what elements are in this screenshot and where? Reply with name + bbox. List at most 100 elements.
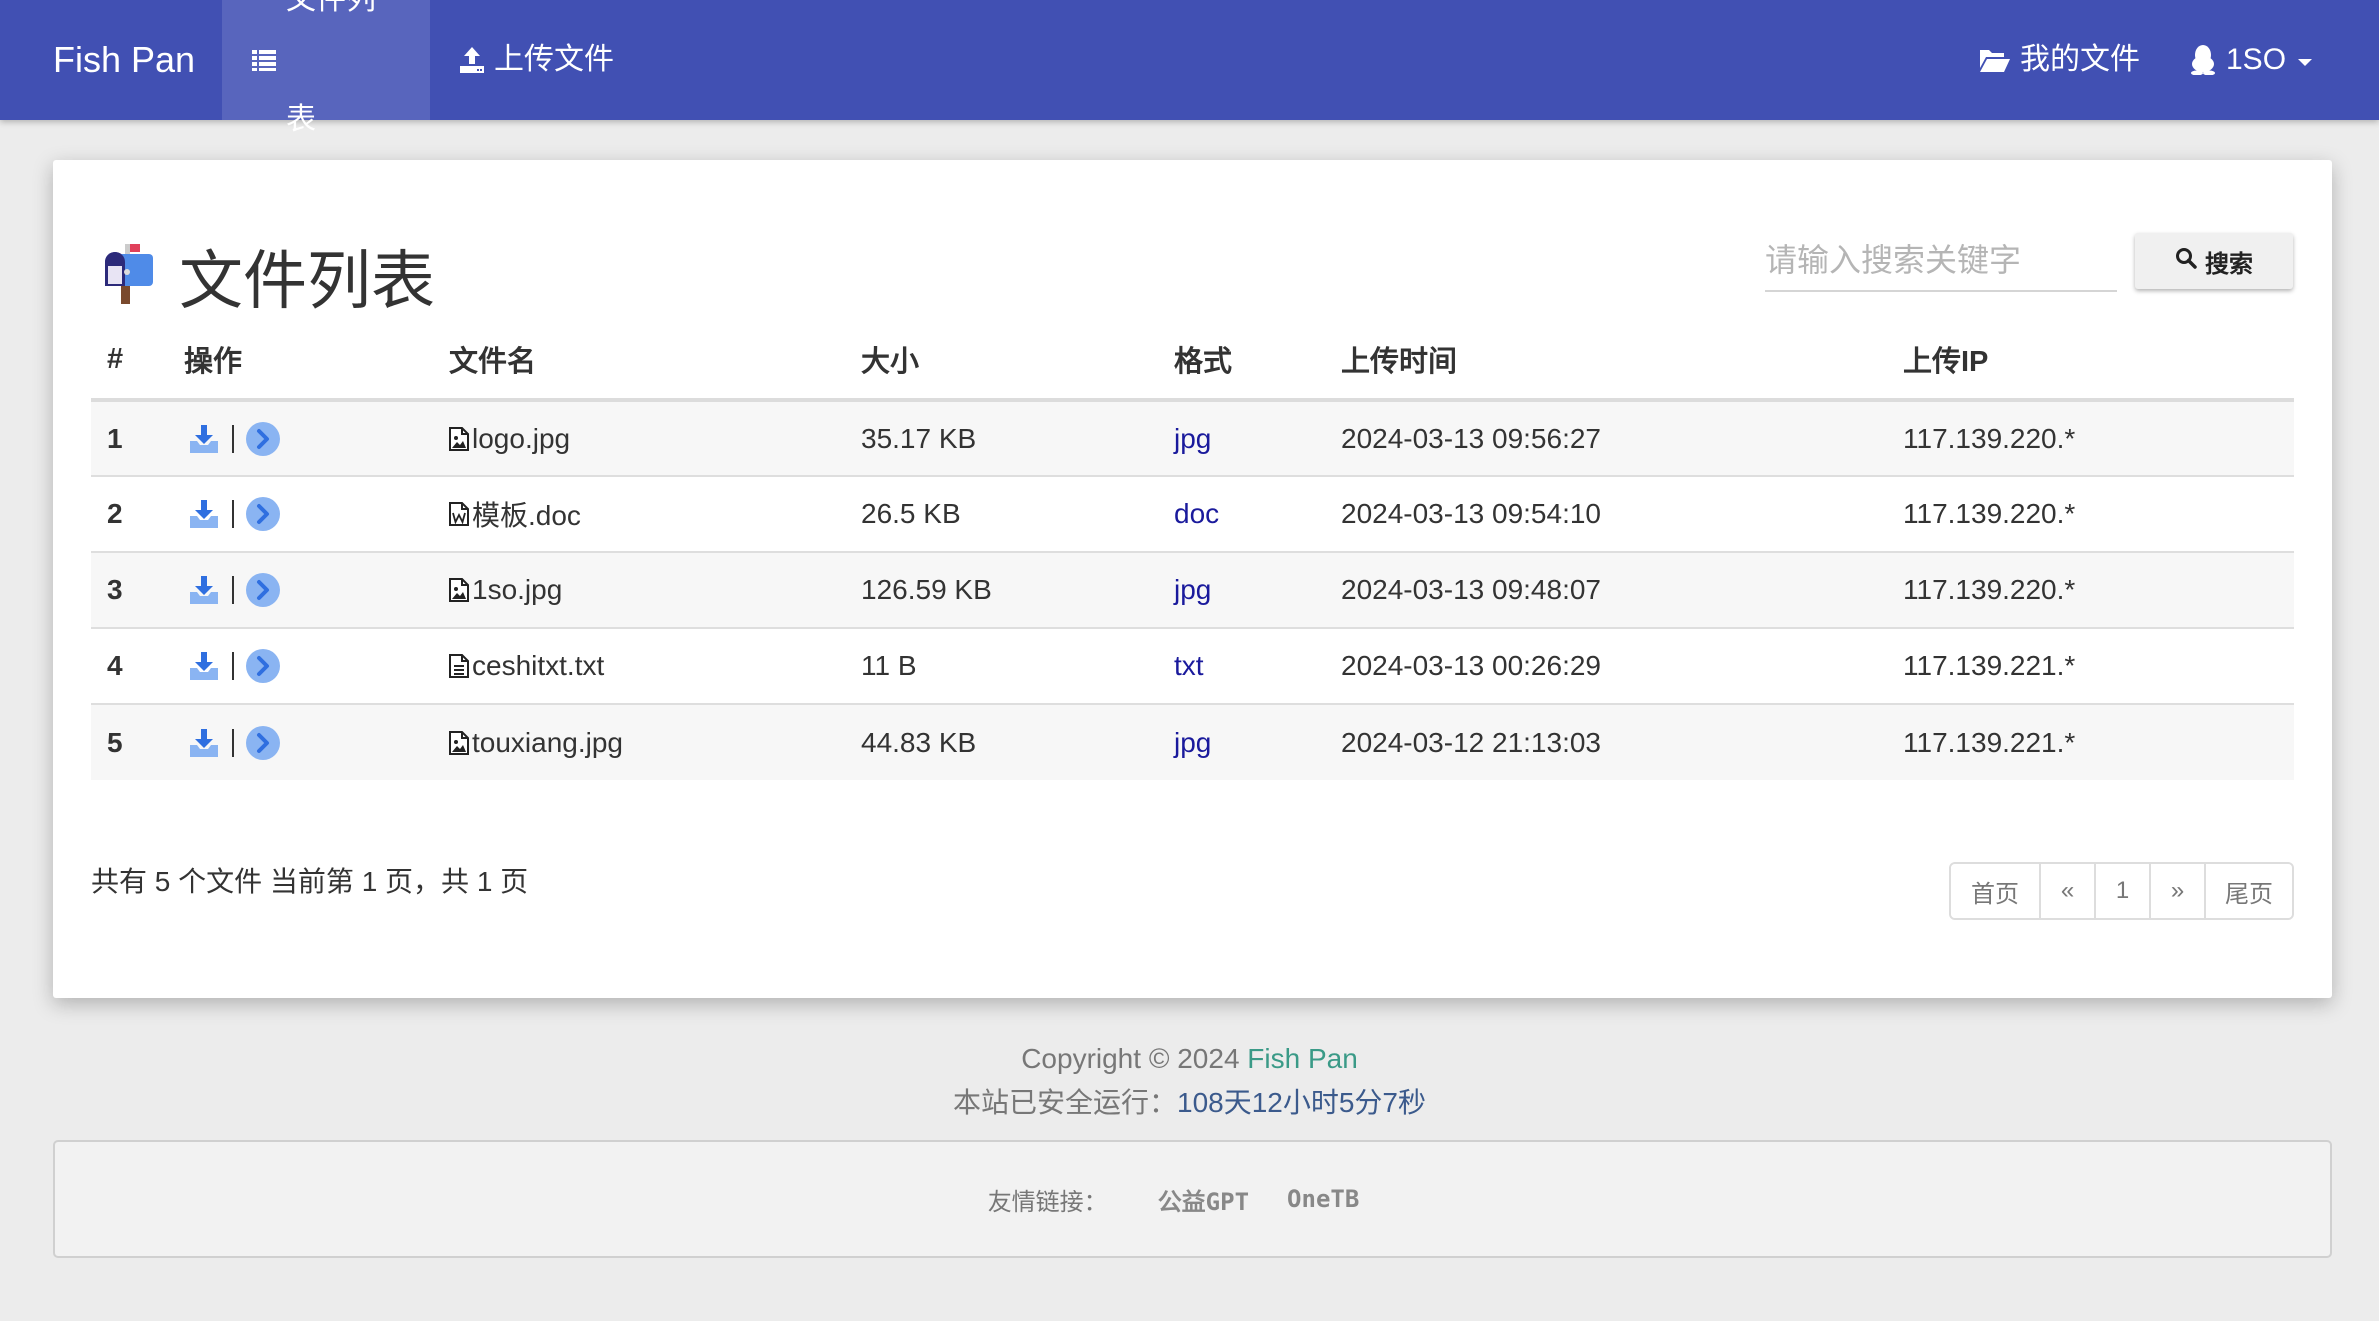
page-title: 文件列表 <box>179 245 435 317</box>
divider <box>232 500 234 528</box>
file-count-summary: 共有 5 个文件 当前第 1 页，共 1 页 <box>91 866 529 897</box>
download-icon[interactable] <box>188 574 220 606</box>
upload-icon <box>460 47 484 73</box>
file-image-icon <box>449 426 469 451</box>
download-icon[interactable] <box>188 727 220 759</box>
col-header-filename: 文件名 <box>449 320 861 402</box>
open-details-icon[interactable] <box>246 573 280 607</box>
upload-ip: 117.139.221.* <box>1903 628 2294 705</box>
file-format-link[interactable]: doc <box>1174 498 1219 529</box>
upload-ip: 117.139.220.* <box>1903 400 2294 477</box>
table-header-row: # 操作 文件名 大小 格式 上传时间 上传IP <box>91 320 2294 402</box>
nav-my-files[interactable]: 我的文件 <box>1950 0 2170 120</box>
friend-link-onetb[interactable]: OneTB <box>1287 1185 1359 1213</box>
search-bar <box>1765 230 2117 292</box>
row-number: 1 <box>91 400 184 477</box>
divider <box>232 652 234 680</box>
upload-time: 2024-03-13 00:26:29 <box>1341 628 1903 705</box>
table-row: 3 1so.jpg 126.59 KB jpg 2024-03-13 09:48:07 1… <box>91 552 2294 629</box>
upload-time: 2024-03-13 09:56:27 <box>1341 400 1903 477</box>
mailbox-icon <box>101 242 157 311</box>
qq-penguin-icon <box>2190 45 2216 75</box>
user-menu[interactable]: 1SO <box>2160 0 2342 120</box>
upload-time: 2024-03-12 21:13:03 <box>1341 704 1903 780</box>
col-header-format: 格式 <box>1174 320 1341 402</box>
col-header-upload-ip: 上传IP <box>1903 320 2294 402</box>
file-format-link[interactable]: jpg <box>1174 423 1211 454</box>
file-format-link[interactable]: jpg <box>1174 727 1211 758</box>
nav-upload[interactable]: 上传文件 <box>430 0 644 120</box>
file-size: 44.83 KB <box>861 704 1174 780</box>
list-icon <box>252 49 276 71</box>
uptime-value: 108天12小时5分7秒 <box>1177 1087 1427 1118</box>
page-prev-button[interactable]: « <box>2039 864 2094 918</box>
uptime-line: 本站已安全运行：108天12小时5分7秒 <box>0 1081 2379 1121</box>
download-icon[interactable] <box>188 423 220 455</box>
footer-brand-link[interactable]: Fish Pan <box>1247 1043 1358 1074</box>
file-name[interactable]: logo.jpg <box>472 423 570 455</box>
page-header: 文件列表 <box>101 230 435 322</box>
nav-file-list[interactable]: 文件列表 <box>222 0 430 136</box>
row-number: 3 <box>91 552 184 629</box>
search-button-label: 搜索 <box>2205 250 2253 278</box>
row-number: 5 <box>91 704 184 780</box>
upload-ip: 117.139.221.* <box>1903 704 2294 780</box>
search-button[interactable]: 搜索 <box>2135 233 2293 289</box>
table-row: 2 模板.doc 26.5 KB doc 2024-03-13 09:54:10 117.… <box>91 476 2294 553</box>
col-header-size: 大小 <box>861 320 1174 402</box>
open-details-icon[interactable] <box>246 649 280 683</box>
copyright: Copyright © 2024 Fish Pan <box>0 1043 2379 1075</box>
divider <box>232 424 234 453</box>
search-input[interactable] <box>1765 230 2117 292</box>
upload-time: 2024-03-13 09:54:10 <box>1341 476 1903 553</box>
row-number: 2 <box>91 476 184 553</box>
friend-links-label: 友情链接： <box>987 1187 1108 1216</box>
open-details-icon[interactable] <box>246 497 280 531</box>
row-number: 4 <box>91 628 184 705</box>
download-icon[interactable] <box>188 498 220 530</box>
copyright-text: Copyright © 2024 <box>1021 1043 1248 1074</box>
file-name[interactable]: 模板.doc <box>472 494 581 534</box>
brand-logo[interactable]: Fish Pan <box>53 0 195 120</box>
file-word-icon <box>449 502 469 526</box>
page-next-button[interactable]: » <box>2149 864 2204 918</box>
col-header-upload-time: 上传时间 <box>1341 320 1903 402</box>
upload-time: 2024-03-13 09:48:07 <box>1341 552 1903 629</box>
file-image-icon <box>449 578 469 602</box>
divider <box>232 728 234 757</box>
file-text-icon <box>449 654 469 678</box>
search-icon <box>2175 247 2197 276</box>
friend-link-gpt[interactable]: 公益GPT <box>1158 1182 1249 1217</box>
table-row: 1 logo.jpg 35.17 KB jpg 2024-03-13 09:56:27 1… <box>91 400 2294 477</box>
file-name[interactable]: ceshitxt.txt <box>472 650 604 682</box>
file-size: 35.17 KB <box>861 400 1174 477</box>
top-navbar: Fish Pan 文件列表 上传文件 我的文件 1SO <box>0 0 2379 136</box>
nav-file-list-label: 文件列表 <box>286 0 376 136</box>
file-table: # 操作 文件名 大小 格式 上传时间 上传IP 1 logo.jpg 35.17 … <box>91 320 2294 780</box>
file-image-icon <box>449 730 469 755</box>
divider <box>232 576 234 604</box>
download-icon[interactable] <box>188 650 220 682</box>
page-number-button[interactable]: 1 <box>2094 864 2149 918</box>
open-details-icon[interactable] <box>246 725 280 760</box>
page-last-button[interactable]: 尾页 <box>2204 864 2292 918</box>
table-row: 5 touxiang.jpg 44.83 KB jpg 2024-03-12 21:13… <box>91 704 2294 780</box>
upload-ip: 117.139.220.* <box>1903 552 2294 629</box>
page-first-button[interactable]: 首页 <box>1951 864 2039 918</box>
table-row: 4 ceshitxt.txt 11 Btxt 2024-03-13 00:26:29 1… <box>91 628 2294 705</box>
file-size: 126.59 KB <box>861 552 1174 629</box>
nav-upload-label: 上传文件 <box>494 43 614 76</box>
file-format-link[interactable]: jpg <box>1174 574 1211 605</box>
file-name[interactable]: touxiang.jpg <box>472 727 623 759</box>
file-name[interactable]: 1so.jpg <box>472 574 562 606</box>
friend-links: 友情链接： 公益GPT OneTB <box>53 1140 2332 1258</box>
col-header-actions: 操作 <box>184 320 449 402</box>
pagination: 首页 « 1 » 尾页 <box>1949 862 2294 920</box>
user-name: 1SO <box>2226 43 2287 76</box>
file-format-link[interactable]: txt <box>1174 650 1204 681</box>
file-size: 26.5 KB <box>861 476 1174 553</box>
nav-my-files-label: 我的文件 <box>2020 43 2140 76</box>
caret-down-icon <box>2298 58 2313 66</box>
upload-ip: 117.139.220.* <box>1903 476 2294 553</box>
open-details-icon[interactable] <box>246 421 280 456</box>
